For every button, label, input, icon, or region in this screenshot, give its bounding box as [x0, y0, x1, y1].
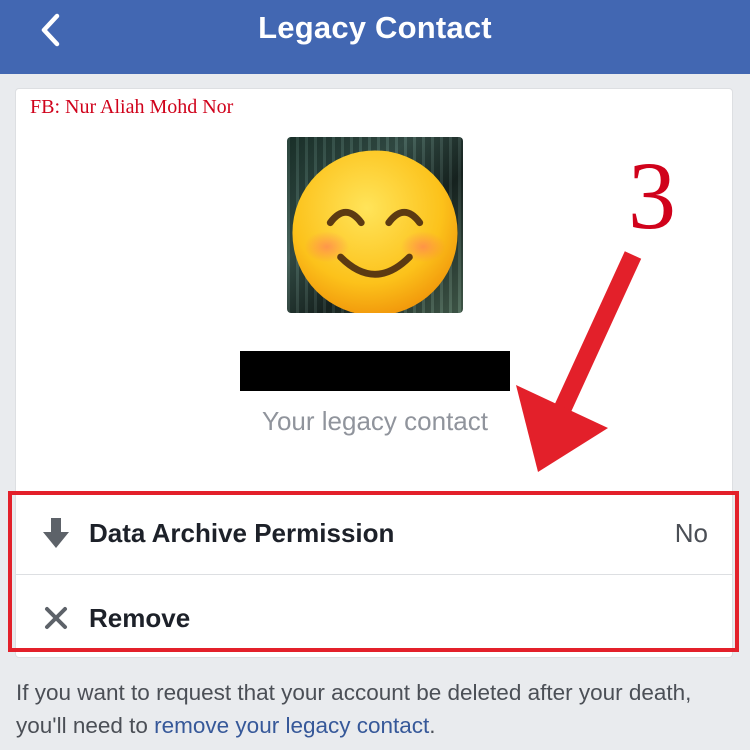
data-archive-permission-label: Data Archive Permission — [89, 517, 395, 548]
remove-legacy-contact-link[interactable]: remove your legacy contact — [154, 713, 429, 738]
annotation-arrow-icon — [516, 251, 642, 472]
annotation-number: 3 — [628, 142, 676, 249]
footer-text: If you want to request that your account… — [16, 676, 736, 742]
navigation-bar: Legacy Contact — [0, 0, 750, 74]
footer-text-after: . — [429, 713, 436, 738]
data-archive-permission-row[interactable]: Data Archive Permission No — [15, 491, 733, 575]
smiling-face-emoji-icon — [292, 150, 458, 313]
remove-label: Remove — [89, 602, 191, 633]
arrow-down-icon — [40, 515, 72, 551]
data-archive-permission-value: No — [674, 517, 708, 548]
close-icon — [40, 600, 72, 636]
remove-row[interactable]: Remove — [15, 576, 733, 660]
redacted-name-bar — [240, 351, 510, 391]
page-title: Legacy Contact — [258, 10, 492, 45]
watermark-text: FB: Nur Aliah Mohd Nor — [30, 96, 234, 118]
row-divider — [15, 574, 733, 575]
avatar — [287, 137, 463, 313]
